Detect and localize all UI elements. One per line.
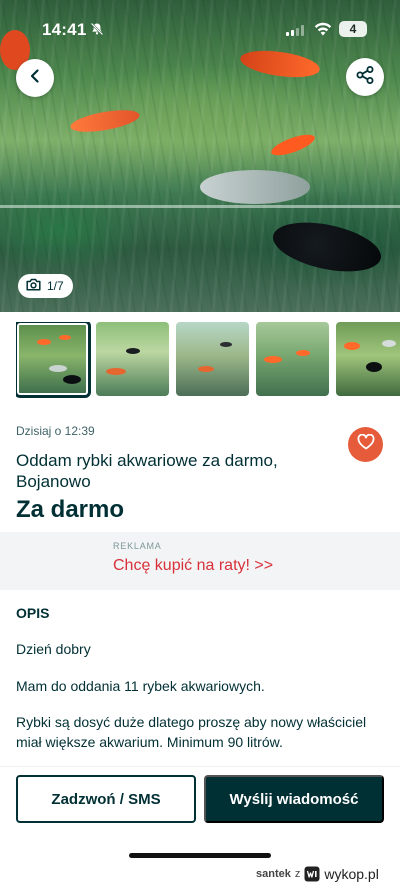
photo-detail: [296, 350, 310, 356]
watermark: santek z wykop.pl: [256, 866, 379, 882]
photo-detail: [0, 205, 400, 208]
thumbnail-3[interactable]: [176, 322, 249, 396]
listing-title: Oddam rybki akwariowe za darmo, Bojanowo: [16, 451, 278, 491]
photo-detail: [344, 342, 360, 350]
photo-detail: [37, 339, 51, 345]
battery-indicator: 4: [339, 21, 367, 37]
photo-detail: [106, 368, 126, 375]
listing-price: Za darmo: [16, 496, 125, 523]
favorite-button[interactable]: [348, 427, 383, 462]
photo-detail: [59, 335, 71, 340]
ad-link[interactable]: Chcę kupić na raty! >>: [113, 557, 273, 575]
photo-detail: [200, 170, 310, 204]
photo-detail: [49, 365, 67, 372]
watermark-site: wykop.pl: [324, 866, 379, 882]
heart-icon: [357, 433, 375, 455]
wifi-icon: [314, 21, 332, 37]
cellular-signal-icon: [286, 24, 304, 36]
status-bar: 14:41 4: [0, 0, 400, 58]
thumbnail-5[interactable]: [336, 322, 400, 396]
photo-counter[interactable]: 1/7: [18, 274, 73, 298]
posted-date: Dzisiaj o 12:39: [16, 424, 95, 438]
ad-label: REKLAMA: [113, 541, 162, 551]
photo-detail: [382, 340, 396, 347]
photo-detail: [268, 214, 386, 280]
share-icon: [355, 65, 375, 90]
send-message-button[interactable]: Wyślij wiadomość: [204, 775, 384, 823]
description-paragraph: Dzień dobry: [16, 641, 91, 657]
thumbnail-strip[interactable]: [16, 322, 400, 400]
call-sms-button[interactable]: Zadzwoń / SMS: [16, 775, 196, 823]
thumbnail-4[interactable]: [256, 322, 329, 396]
home-indicator[interactable]: [129, 853, 271, 858]
photo-detail: [366, 362, 382, 372]
back-button[interactable]: [16, 59, 54, 97]
photo-detail: [198, 366, 214, 372]
photo-counter-text: 1/7: [47, 279, 64, 293]
wykop-logo-icon: [304, 866, 320, 882]
share-button[interactable]: [346, 58, 384, 96]
photo-detail: [268, 130, 318, 160]
photo-detail: [126, 348, 140, 354]
bell-off-icon: [90, 22, 104, 36]
description-paragraph: Mam do oddania 11 rybek akwariowych.: [16, 678, 265, 694]
description-heading: OPIS: [16, 605, 50, 621]
photo-detail: [264, 356, 282, 363]
watermark-user: santek: [256, 868, 291, 880]
status-time: 14:41: [42, 20, 87, 39]
chevron-left-icon: [27, 68, 43, 89]
watermark-separator: z: [294, 868, 301, 880]
photo-detail: [63, 375, 81, 384]
description-paragraph: Rybki są dosyć duże dlatego proszę aby n…: [16, 714, 367, 750]
thumbnail-2[interactable]: [96, 322, 169, 396]
camera-icon: [26, 278, 41, 294]
photo-detail: [220, 342, 232, 347]
photo-detail: [68, 106, 142, 136]
thumbnail-1[interactable]: [16, 322, 91, 398]
